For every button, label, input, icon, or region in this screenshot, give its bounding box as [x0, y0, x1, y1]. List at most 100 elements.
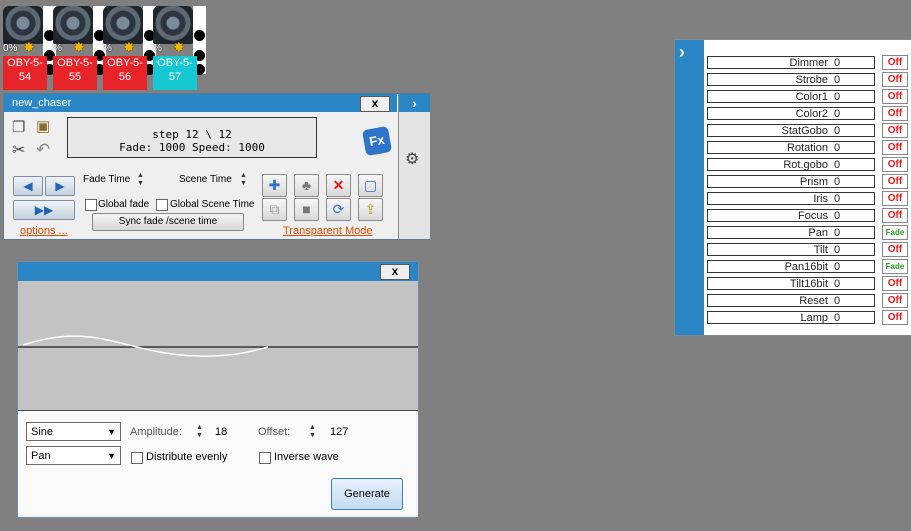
channel-mode-button[interactable]: Off [882, 310, 908, 325]
channel-mode-button[interactable]: Off [882, 191, 908, 206]
channel-mode-button[interactable]: Off [882, 140, 908, 155]
wave-title-bar[interactable] [18, 262, 418, 281]
refresh-button[interactable]: ⟳ [326, 198, 351, 221]
offset-label: Offset: [258, 426, 291, 438]
stop-button[interactable]: ■ [294, 198, 319, 221]
group-button[interactable]: ♣ [294, 174, 319, 197]
fx-button[interactable]: Fx [361, 125, 393, 157]
copy-icon[interactable]: ❐ [12, 118, 25, 136]
add-step-button[interactable]: ✚ [262, 174, 287, 197]
channel-slider[interactable]: Prism 0 [707, 175, 875, 188]
inverse-wave-checkbox[interactable] [259, 452, 271, 464]
channel-name: Pan16bit [784, 261, 828, 273]
fixture-percent: 0% [3, 43, 18, 54]
fast-forward-button[interactable]: ▶▶ [13, 200, 75, 220]
previous-step-button[interactable]: ◀ [13, 176, 43, 196]
chaser-side-strip: › ⚙ [398, 94, 430, 239]
channel-mode-button[interactable]: Off [882, 208, 908, 223]
fixture-label-top: OBY-5- [57, 57, 93, 69]
offset-stepper[interactable]: ▲ ▼ [309, 424, 316, 440]
fixture-tile[interactable]: % ✸ OBY-5- 57 [153, 6, 206, 90]
channel-value: 0 [834, 244, 841, 256]
channel-mode-button[interactable]: Fade [882, 225, 908, 240]
sync-button[interactable]: Sync fade /scene time [92, 213, 244, 231]
channel-mode-button[interactable]: Off [882, 89, 908, 104]
fixture-group-icon[interactable]: ⚙ [405, 149, 425, 173]
offset-value[interactable]: 127 [330, 426, 348, 438]
channel-mode-button[interactable]: Off [882, 123, 908, 138]
next-step-button[interactable]: ▶ [45, 176, 75, 196]
chaser-close-button[interactable]: x [360, 96, 390, 112]
distribute-evenly-checkbox[interactable] [131, 452, 143, 464]
channel-slider[interactable]: Pan16bit 0 [707, 260, 875, 273]
fixture-label-bottom: 56 [118, 71, 132, 83]
channel-slider[interactable]: Rotation 0 [707, 141, 875, 154]
channel-value: 0 [834, 176, 841, 188]
channel-name: Color1 [795, 91, 828, 103]
channel-slider[interactable]: Iris 0 [707, 192, 875, 205]
channel-mode-button[interactable]: Fade [882, 259, 908, 274]
export-button[interactable]: ⇪ [358, 198, 383, 221]
channel-name: Reset [799, 295, 828, 307]
undo-icon[interactable]: ↶ [36, 140, 50, 160]
step-display: step 12 \ 12 Fade: 1000 Speed: 1000 [67, 117, 317, 158]
fixture-tile[interactable]: % ✸ OBY-5- 56 [103, 6, 156, 90]
amplitude-stepper[interactable]: ▲ ▼ [196, 424, 203, 440]
channel-name: Tilt [813, 244, 828, 256]
amplitude-value[interactable]: 18 [215, 426, 227, 438]
new-page-button[interactable]: ▢ [358, 174, 383, 197]
transparent-mode-link[interactable]: Transparent Mode [283, 225, 372, 237]
channel-value: 0 [834, 74, 841, 86]
chaser-title: new_chaser [12, 97, 72, 109]
channel-slider[interactable]: Dimmer 0 [707, 56, 875, 69]
channel-mode-button[interactable]: Off [882, 72, 908, 87]
channel-value: 0 [834, 108, 841, 120]
global-scene-time-checkbox[interactable] [156, 199, 168, 211]
channel-slider[interactable]: Focus 0 [707, 209, 875, 222]
copy-steps-button[interactable]: ⧉ [262, 198, 287, 221]
channel-slider[interactable]: StatGobo 0 [707, 124, 875, 137]
global-fade-checkbox[interactable] [85, 199, 97, 211]
channel-select[interactable]: Pan ▼ [26, 446, 121, 465]
channel-slider[interactable]: Rot.gobo 0 [707, 158, 875, 171]
channel-slider[interactable]: Strobe 0 [707, 73, 875, 86]
channel-mode-button[interactable]: Off [882, 293, 908, 308]
paste-icon[interactable]: ▣ [36, 117, 50, 135]
channel-slider[interactable]: Pan 0 [707, 226, 875, 239]
channel-slider[interactable]: Color1 0 [707, 90, 875, 103]
options-link[interactable]: options ... [20, 225, 68, 237]
fixture-label-bottom: 54 [18, 71, 32, 83]
channel-mode-button[interactable]: Off [882, 106, 908, 121]
inverse-wave-label: Inverse wave [274, 451, 339, 463]
wave-close-button[interactable]: x [380, 264, 410, 280]
waveform-select[interactable]: Sine ▼ [26, 422, 121, 441]
channel-value: 0 [834, 227, 841, 239]
channel-panel-collapse-button[interactable]: › [679, 42, 685, 63]
fixture-tile[interactable]: % ✸ OBY-5- 55 [53, 6, 106, 90]
channel-slider[interactable]: Tilt 0 [707, 243, 875, 256]
channel-name: StatGobo [781, 125, 828, 137]
sync-button-label: Sync fade /scene time [118, 216, 218, 227]
cut-icon[interactable]: ✂ [12, 140, 25, 160]
fade-time-stepper[interactable]: ▲ ▼ [137, 172, 144, 188]
channel-slider[interactable]: Lamp 0 [707, 311, 875, 324]
chaser-expand-button[interactable]: › [399, 94, 430, 112]
channel-mode-button[interactable]: Off [882, 174, 908, 189]
channel-mode-button[interactable]: Off [882, 242, 908, 257]
scene-time-stepper[interactable]: ▲ ▼ [240, 172, 247, 188]
delete-button[interactable]: ✕ [326, 174, 351, 197]
channel-slider[interactable]: Reset 0 [707, 294, 875, 307]
channel-value: 0 [834, 125, 841, 137]
channel-slider[interactable]: Tilt16bit 0 [707, 277, 875, 290]
star-icon: ✸ [173, 39, 185, 55]
wave-preview [18, 281, 418, 411]
fade-time-label: Fade Time [83, 174, 131, 185]
channel-name: Tilt16bit [789, 278, 828, 290]
chaser-title-bar[interactable]: new_chaser [4, 94, 397, 112]
generate-button[interactable]: Generate [331, 478, 403, 510]
channel-mode-button[interactable]: Off [882, 276, 908, 291]
fixture-tile[interactable]: 0% ✸ OBY-5- 54 [3, 6, 56, 90]
channel-mode-button[interactable]: Off [882, 157, 908, 172]
channel-slider[interactable]: Color2 0 [707, 107, 875, 120]
channel-mode-button[interactable]: Off [882, 55, 908, 70]
